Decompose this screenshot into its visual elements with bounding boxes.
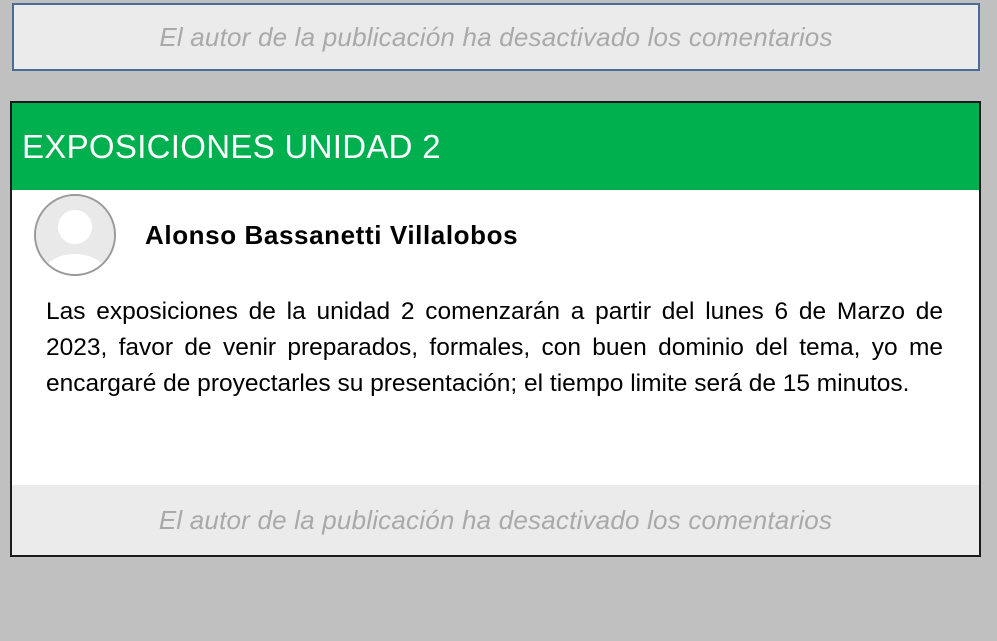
user-avatar-icon[interactable] <box>34 194 116 276</box>
post-header: EXPOSICIONES UNIDAD 2 <box>12 103 979 190</box>
page: El autor de la publicación ha desactivad… <box>0 0 997 641</box>
author-row: Alonso Bassanetti Villalobos <box>12 190 979 294</box>
post-card: EXPOSICIONES UNIDAD 2 Alonso Bassanetti … <box>10 101 981 557</box>
avatar-silhouette-icon <box>36 196 114 274</box>
author-name[interactable]: Alonso Bassanetti Villalobos <box>145 220 518 251</box>
post-title: EXPOSICIONES UNIDAD 2 <box>22 127 441 165</box>
previous-post-comments-banner: El autor de la publicación ha desactivad… <box>12 3 980 71</box>
comments-disabled-note: El autor de la publicación ha desactivad… <box>158 504 833 535</box>
comments-disabled-note: El autor de la publicación ha desactivad… <box>159 21 833 52</box>
post-body: Las exposiciones de la unidad 2 comenzar… <box>46 298 943 397</box>
post-comments-footer: El autor de la publicación ha desactivad… <box>12 485 979 555</box>
